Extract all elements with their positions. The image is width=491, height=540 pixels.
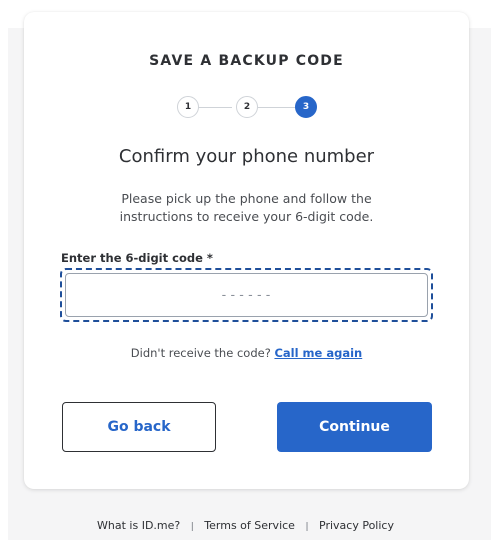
confirm-phone-subtitle: Confirm your phone number bbox=[118, 146, 375, 167]
footer-link-terms[interactable]: Terms of Service bbox=[204, 519, 295, 532]
step-connector bbox=[198, 107, 232, 108]
code-input-focus-ring bbox=[60, 268, 433, 322]
step-1: 1 bbox=[177, 96, 199, 118]
footer-separator: | bbox=[305, 522, 309, 532]
page-title: SAVE A BACKUP CODE bbox=[149, 53, 344, 69]
step-3-current: 3 bbox=[295, 96, 317, 118]
code-field-label: Enter the 6-digit code * bbox=[61, 251, 213, 265]
step-connector bbox=[258, 107, 296, 108]
call-me-again-link[interactable]: Call me again bbox=[274, 346, 362, 360]
footer-separator: | bbox=[190, 522, 194, 532]
left-strip bbox=[0, 0, 8, 540]
backup-code-card: SAVE A BACKUP CODE 1 2 3 Confirm your ph… bbox=[24, 12, 469, 489]
footer-links: What is ID.me? | Terms of Service | Priv… bbox=[0, 519, 491, 532]
continue-button[interactable]: Continue bbox=[277, 402, 432, 452]
footer-link-what-is-idme[interactable]: What is ID.me? bbox=[97, 519, 180, 532]
go-back-button[interactable]: Go back bbox=[62, 402, 216, 452]
resend-prompt: Didn't receive the code? bbox=[130, 346, 271, 360]
progress-stepper: 1 2 3 bbox=[177, 96, 317, 118]
footer-link-privacy[interactable]: Privacy Policy bbox=[319, 519, 394, 532]
code-input[interactable] bbox=[65, 273, 428, 317]
step-2: 2 bbox=[236, 96, 258, 118]
page: SAVE A BACKUP CODE 1 2 3 Confirm your ph… bbox=[0, 0, 491, 540]
resend-row: Didn't receive the code? Call me again bbox=[24, 346, 469, 360]
instructions-text: Please pick up the phone and follow the … bbox=[119, 191, 374, 224]
